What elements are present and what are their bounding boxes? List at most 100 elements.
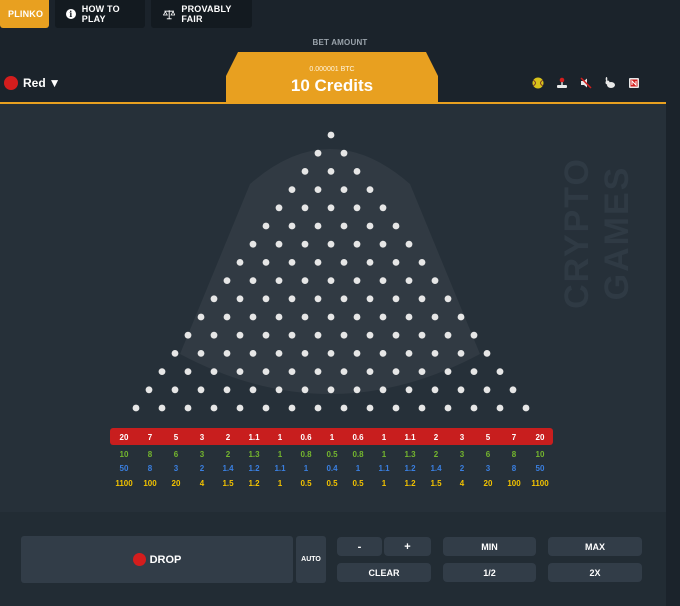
- peg: [132, 404, 140, 412]
- peg: [223, 350, 231, 357]
- blue-multiplier: 2: [200, 464, 205, 473]
- peg: [327, 240, 335, 248]
- peg: [301, 313, 309, 321]
- peg: [236, 259, 244, 266]
- yellow-multiplier: 1100: [531, 479, 549, 488]
- rabbit-icon[interactable]: [604, 77, 616, 89]
- green-multiplier: 0.8: [300, 450, 312, 459]
- green-multiplier: 10: [120, 450, 129, 459]
- bet-amount-display[interactable]: 0.000001 BTC 10 Credits: [226, 52, 438, 104]
- peg: [314, 186, 322, 193]
- blue-multiplier: 8: [148, 464, 153, 473]
- blue-multiplier: 50: [536, 464, 545, 473]
- peg: [184, 368, 192, 375]
- clear-bet-button[interactable]: CLEAR: [337, 563, 431, 582]
- peg: [457, 350, 465, 357]
- peg: [353, 240, 361, 248]
- peg: [262, 295, 270, 303]
- bet-amount-label: BET AMOUNT: [312, 38, 368, 47]
- drop-button[interactable]: DROP: [21, 536, 293, 583]
- peg: [366, 404, 374, 412]
- peg: [353, 277, 361, 284]
- half-label: 1/2: [483, 567, 496, 578]
- peg: [353, 204, 361, 212]
- peg: [314, 259, 322, 266]
- min-label: MIN: [481, 541, 498, 552]
- peg: [288, 186, 296, 193]
- peg: [418, 295, 426, 303]
- yellow-multiplier: 4: [200, 479, 205, 488]
- max-bet-button[interactable]: MAX: [548, 537, 642, 556]
- peg: [444, 295, 452, 303]
- green-multiplier: 1: [278, 450, 283, 459]
- blue-multiplier: 1.1: [378, 464, 390, 473]
- peg: [171, 386, 179, 394]
- peg: [275, 204, 283, 212]
- blue-multiplier: 1: [304, 464, 309, 473]
- min-bet-button[interactable]: MIN: [443, 537, 536, 556]
- peg: [366, 295, 374, 303]
- tennis-ball-icon[interactable]: [532, 77, 544, 89]
- half-bet-button[interactable]: 1/2: [443, 563, 536, 582]
- tab-how-to-play[interactable]: i HOW TO PLAY: [55, 0, 145, 28]
- red-multiplier: 1: [278, 433, 283, 442]
- peg: [431, 350, 439, 357]
- red-multiplier: 7: [148, 433, 153, 442]
- peg: [223, 386, 231, 394]
- peg: [509, 386, 517, 394]
- peg: [197, 313, 205, 321]
- blue-multiplier: 3: [174, 464, 179, 473]
- increase-bet-button[interactable]: +: [384, 537, 431, 556]
- peg: [431, 386, 439, 394]
- yellow-multiplier: 20: [172, 479, 181, 488]
- green-multiplier: 8: [512, 450, 517, 459]
- peg: [158, 404, 166, 412]
- scales-icon: [163, 9, 176, 19]
- peg: [470, 368, 478, 375]
- clear-label: CLEAR: [368, 567, 400, 578]
- peg: [249, 313, 257, 321]
- peg: [314, 222, 322, 230]
- yellow-multiplier: 1.2: [404, 479, 416, 488]
- peg: [197, 350, 205, 357]
- double-bet-button[interactable]: 2X: [548, 563, 642, 582]
- red-multiplier: 2: [226, 433, 231, 442]
- yellow-multiplier: 1: [382, 479, 387, 488]
- news-icon[interactable]: [628, 77, 640, 89]
- peg: [288, 331, 296, 339]
- peg: [340, 149, 348, 157]
- mute-icon[interactable]: [580, 77, 592, 89]
- decrease-bet-button[interactable]: -: [337, 537, 382, 556]
- peg: [340, 259, 348, 266]
- green-multiplier: 3: [460, 450, 465, 459]
- peg: [275, 386, 283, 394]
- green-multiplier: 1.3: [248, 450, 260, 459]
- peg: [314, 404, 322, 412]
- tab-plinko[interactable]: PLINKO: [0, 0, 49, 28]
- red-color-swatch: [4, 76, 18, 90]
- peg: [327, 168, 335, 175]
- peg: [366, 331, 374, 339]
- peg: [236, 331, 244, 339]
- peg: [210, 368, 218, 375]
- yellow-multiplier: 1100: [115, 479, 133, 488]
- peg: [314, 368, 322, 375]
- tab-provably-fair[interactable]: PROVABLY FAIR: [151, 0, 252, 28]
- peg: [275, 313, 283, 321]
- red-multiplier: 5: [174, 433, 179, 442]
- joystick-icon[interactable]: [556, 77, 568, 89]
- auto-button[interactable]: AUTO: [296, 536, 326, 583]
- green-multiplier: 2: [226, 450, 231, 459]
- red-ball-icon: [132, 553, 146, 566]
- peg: [184, 331, 192, 339]
- red-multiplier: 20: [536, 433, 545, 442]
- color-selector[interactable]: Red ▼: [4, 76, 61, 90]
- tab-plinko-label: PLINKO: [8, 9, 44, 19]
- plus-label: +: [404, 540, 411, 553]
- green-multiplier: 1: [382, 450, 387, 459]
- peg: [301, 240, 309, 248]
- bet-credits-value: 10 Credits: [290, 76, 374, 95]
- red-multiplier: 1.1: [248, 433, 260, 442]
- peg: [483, 350, 491, 357]
- peg: [262, 259, 270, 266]
